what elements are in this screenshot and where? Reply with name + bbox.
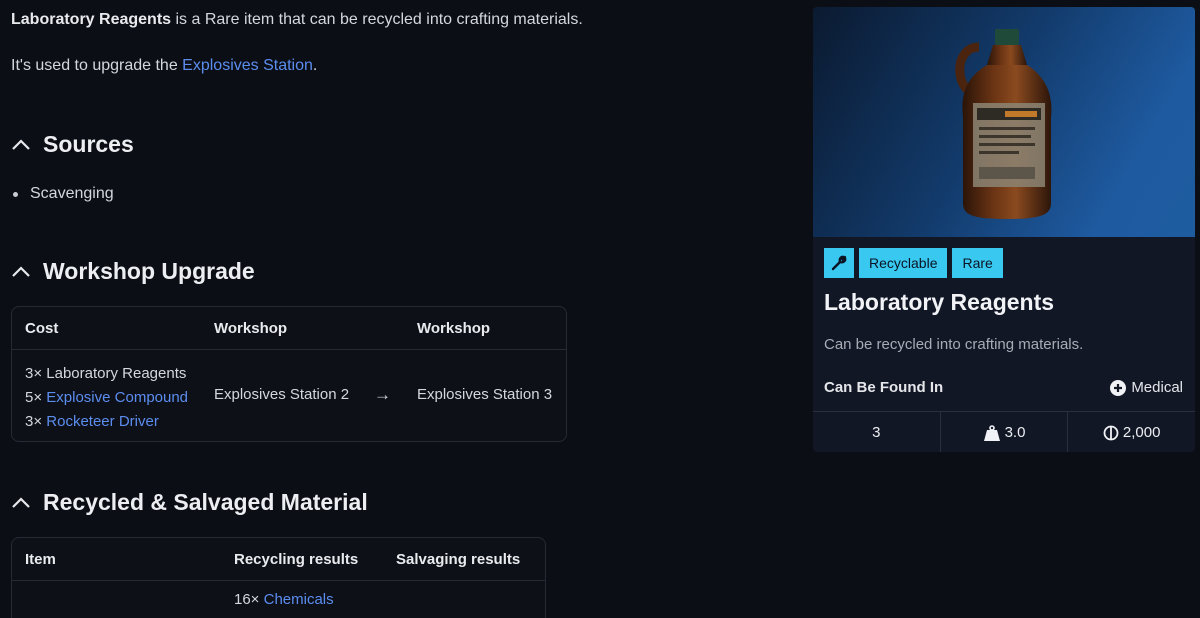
coin-icon xyxy=(1103,425,1119,440)
cost-item: 3× Laboratory Reagents xyxy=(25,362,188,386)
workshop-to: Explosives Station 3 xyxy=(417,386,553,403)
weight: 3.0 xyxy=(939,412,1068,452)
weight-icon xyxy=(983,424,1000,441)
explosive-compound-link[interactable]: Explosive Compound xyxy=(46,389,188,406)
recyclable-badge: Recyclable xyxy=(859,248,948,278)
column-header-recycling: Recycling results xyxy=(234,551,359,568)
list-item: Scavenging xyxy=(13,183,114,205)
wrench-icon xyxy=(824,248,854,278)
badge-row: Recyclable Rare xyxy=(824,248,1003,278)
cost-list: 3× Laboratory Reagents 5× Explosive Comp… xyxy=(25,362,188,434)
cost-item: 5× Explosive Compound xyxy=(25,386,188,410)
workshop-upgrade-table: Cost Workshop Workshop 3× Laboratory Rea… xyxy=(11,306,567,442)
column-header-salvaging: Salvaging results xyxy=(396,551,521,568)
sources-heading[interactable]: Sources xyxy=(11,131,134,158)
table-row: 3× Laboratory Reagents 5× Explosive Comp… xyxy=(12,350,566,441)
recycled-heading-label: Recycled & Salvaged Material xyxy=(43,489,368,515)
sources-heading-label: Sources xyxy=(43,131,134,157)
chevron-up-icon[interactable] xyxy=(11,493,31,513)
column-header-cost: Cost xyxy=(25,320,59,337)
column-header-workshop-from: Workshop xyxy=(214,320,288,337)
intro: Laboratory Reagents is a Rare item that … xyxy=(11,10,583,76)
intro-line-2-prefix: It's used to upgrade the xyxy=(11,57,183,74)
jug-bottle-icon xyxy=(955,29,1052,219)
cost-item: 3× Rocketeer Driver xyxy=(25,410,188,434)
found-in-location: Medical xyxy=(1131,379,1183,396)
table-header: Cost Workshop Workshop xyxy=(12,307,566,350)
intro-line-2-suffix: . xyxy=(312,57,318,74)
found-in-value: Medical xyxy=(1110,379,1183,396)
found-in-label: Can Be Found In xyxy=(824,379,944,396)
source-label: Scavenging xyxy=(30,185,114,202)
stats-row: 3 3.0 2,000 xyxy=(813,411,1195,452)
intro-line-1: Laboratory Reagents is a Rare item that … xyxy=(11,10,583,30)
rocketeer-driver-link[interactable]: Rocketeer Driver xyxy=(46,413,159,430)
explosives-station-link[interactable]: Explosives Station xyxy=(182,57,313,74)
chevron-up-icon[interactable] xyxy=(11,262,31,282)
recycled-table: Item Recycling results Salvaging results… xyxy=(11,537,546,618)
found-in-row: Can Be Found In Medical xyxy=(824,379,1183,399)
cost-qty: 3× xyxy=(25,413,43,430)
rarity-badge: Rare xyxy=(952,248,1003,278)
intro-line-2: It's used to upgrade the Explosives Stat… xyxy=(11,56,583,76)
cost-qty: 3× xyxy=(25,365,43,382)
plus-circle-icon xyxy=(1110,379,1127,396)
chevron-up-icon[interactable] xyxy=(11,135,31,155)
cost-name: Laboratory Reagents xyxy=(46,365,187,382)
workshop-upgrade-heading[interactable]: Workshop Upgrade xyxy=(11,258,255,285)
sources-list: Scavenging xyxy=(13,183,114,205)
price-value: 2,000 xyxy=(1122,424,1161,441)
stack-size-value: 3 xyxy=(872,424,881,441)
item-title: Laboratory Reagents xyxy=(824,289,1055,315)
arrow-right-icon: → xyxy=(374,385,391,404)
column-header-item: Item xyxy=(25,551,56,568)
weight-value: 3.0 xyxy=(1004,424,1026,441)
item-card: Recyclable Rare Laboratory Reagents Can … xyxy=(813,7,1195,452)
workshop-upgrade-heading-label: Workshop Upgrade xyxy=(43,258,255,284)
item-image xyxy=(813,7,1195,237)
item-name-bold: Laboratory Reagents xyxy=(11,11,172,28)
item-description: Can be recycled into crafting materials. xyxy=(824,336,1084,353)
price: 2,000 xyxy=(1067,412,1195,452)
intro-line-1-text: is a Rare item that can be recycled into… xyxy=(171,11,583,28)
stack-size: 3 xyxy=(813,412,940,452)
bullet-icon xyxy=(13,191,18,197)
table-header: Item Recycling results Salvaging results xyxy=(12,538,545,581)
recycled-heading[interactable]: Recycled & Salvaged Material xyxy=(11,489,368,516)
workshop-from: Explosives Station 2 xyxy=(214,386,350,403)
column-header-workshop-to: Workshop xyxy=(417,320,491,337)
cost-qty: 5× xyxy=(25,389,43,406)
